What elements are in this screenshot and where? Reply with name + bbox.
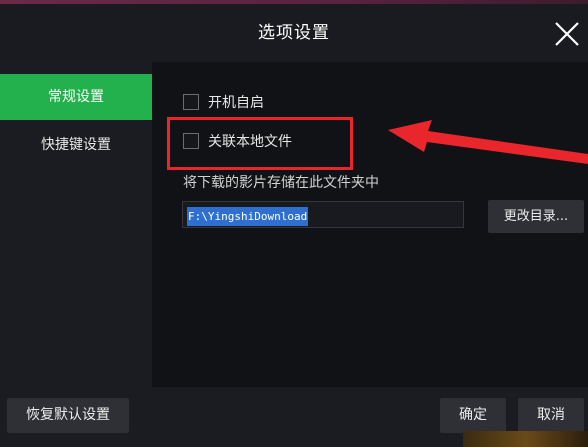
ok-button[interactable]: 确定	[440, 398, 506, 433]
dialog-title: 选项设置	[258, 23, 330, 43]
associate-files-checkbox[interactable]	[183, 133, 199, 149]
download-path-field[interactable]: F:\YingshiDownload	[182, 201, 464, 228]
autostart-option[interactable]: 开机自启	[183, 91, 264, 113]
close-icon[interactable]	[551, 18, 583, 50]
download-path-value: F:\YingshiDownload	[187, 207, 309, 226]
settings-sidebar: 常规设置 快捷键设置	[0, 62, 152, 387]
background-decoration	[463, 431, 588, 447]
settings-content: 开机自启 关联本地文件 将下载的影片存储在此文件夹中 F:\YingshiDow…	[152, 62, 588, 387]
title-bar: 选项设置	[0, 4, 588, 62]
associate-files-label: 关联本地文件	[208, 134, 292, 150]
autostart-checkbox[interactable]	[183, 94, 199, 110]
cancel-button[interactable]: 取消	[518, 398, 584, 433]
associate-files-option[interactable]: 关联本地文件	[183, 130, 292, 152]
restore-defaults-button[interactable]: 恢复默认设置	[7, 398, 129, 433]
sidebar-item-shortcuts[interactable]: 快捷键设置	[0, 122, 152, 168]
save-location-label: 将下载的影片存储在此文件夹中	[183, 175, 379, 191]
change-directory-button[interactable]: 更改目录...	[488, 200, 584, 233]
sidebar-item-general[interactable]: 常规设置	[0, 74, 152, 120]
autostart-label: 开机自启	[208, 95, 264, 111]
